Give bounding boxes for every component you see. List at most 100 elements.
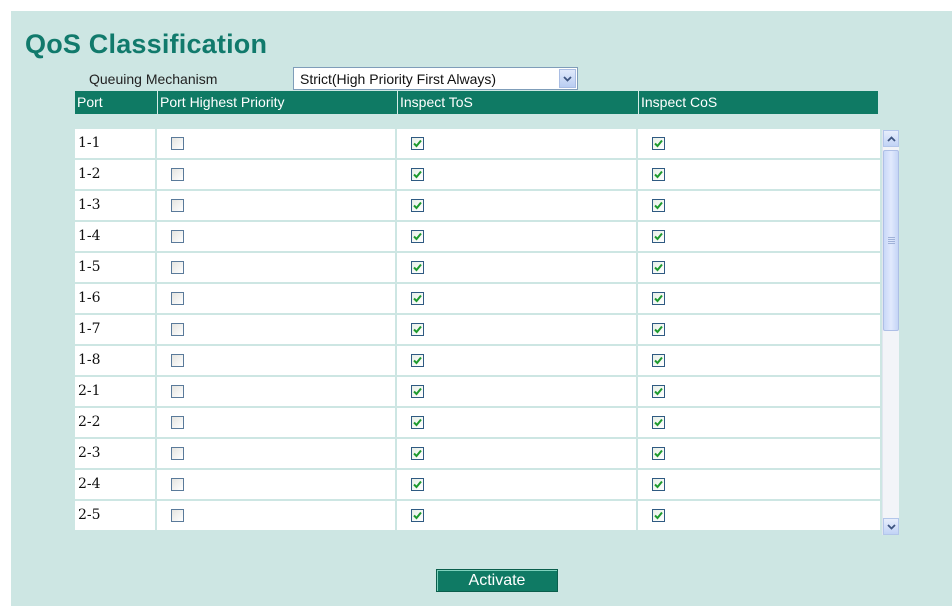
cell-highest	[157, 377, 395, 406]
cos-checkbox[interactable]	[652, 292, 665, 305]
cell-tos	[397, 160, 636, 189]
tos-checkbox[interactable]	[411, 292, 424, 305]
cell-cos	[638, 439, 880, 468]
highest-checkbox[interactable]	[171, 416, 184, 429]
cell-tos	[397, 346, 636, 375]
highest-checkbox[interactable]	[171, 261, 184, 274]
highest-checkbox[interactable]	[171, 354, 184, 367]
cos-checkbox[interactable]	[652, 199, 665, 212]
highest-checkbox[interactable]	[171, 292, 184, 305]
cell-highest	[157, 222, 395, 251]
port-label: 2-2	[75, 408, 155, 437]
cell-cos	[638, 501, 880, 530]
tos-checkbox[interactable]	[411, 230, 424, 243]
port-label: 1-8	[75, 346, 155, 375]
page-title: QoS Classification	[25, 29, 268, 59]
cell-cos	[638, 191, 880, 220]
port-label: 1-1	[75, 129, 155, 158]
cell-tos	[397, 253, 636, 282]
cell-cos	[638, 160, 880, 189]
table-row: 1-3	[75, 191, 882, 220]
highest-checkbox[interactable]	[171, 509, 184, 522]
cell-highest	[157, 284, 395, 313]
cell-highest	[157, 160, 395, 189]
table-row: 1-4	[75, 222, 882, 251]
cell-tos	[397, 408, 636, 437]
highest-checkbox[interactable]	[171, 323, 184, 336]
arrow-down-icon[interactable]	[883, 518, 899, 535]
cell-highest	[157, 470, 395, 499]
tos-checkbox[interactable]	[411, 137, 424, 150]
cos-checkbox[interactable]	[652, 416, 665, 429]
tos-checkbox[interactable]	[411, 261, 424, 274]
table-row: 2-5	[75, 501, 882, 530]
cell-tos	[397, 315, 636, 344]
cell-tos	[397, 377, 636, 406]
activate-button[interactable]: Activate	[436, 569, 558, 592]
cos-checkbox[interactable]	[652, 354, 665, 367]
tos-checkbox[interactable]	[411, 168, 424, 181]
port-label: 2-4	[75, 470, 155, 499]
cos-checkbox[interactable]	[652, 261, 665, 274]
cell-tos	[397, 439, 636, 468]
cell-highest	[157, 439, 395, 468]
cell-highest	[157, 501, 395, 530]
port-label: 1-3	[75, 191, 155, 220]
cell-highest	[157, 346, 395, 375]
queuing-mechanism-select[interactable]: Strict(High Priority First Always)	[293, 67, 578, 90]
table-row: 1-2	[75, 160, 882, 189]
tos-checkbox[interactable]	[411, 416, 424, 429]
cell-highest	[157, 253, 395, 282]
cell-highest	[157, 408, 395, 437]
port-label: 1-5	[75, 253, 155, 282]
header-port: Port	[77, 94, 103, 110]
header-inspect-cos: Inspect CoS	[638, 91, 878, 114]
table-scrollbar[interactable]	[882, 130, 899, 535]
table-row: 2-2	[75, 408, 882, 437]
port-label: 2-1	[75, 377, 155, 406]
cell-cos	[638, 222, 880, 251]
cos-checkbox[interactable]	[652, 168, 665, 181]
tos-checkbox[interactable]	[411, 385, 424, 398]
port-label: 1-7	[75, 315, 155, 344]
table-row: 2-1	[75, 377, 882, 406]
cell-tos	[397, 191, 636, 220]
table-row: 1-6	[75, 284, 882, 313]
port-label: 1-6	[75, 284, 155, 313]
table-header: Port Port Highest Priority Inspect ToS I…	[75, 91, 878, 114]
cos-checkbox[interactable]	[652, 509, 665, 522]
cell-cos	[638, 470, 880, 499]
highest-checkbox[interactable]	[171, 385, 184, 398]
chevron-down-icon[interactable]	[559, 69, 576, 88]
arrow-up-icon[interactable]	[883, 130, 899, 147]
tos-checkbox[interactable]	[411, 323, 424, 336]
cell-tos	[397, 284, 636, 313]
table-row: 2-4	[75, 470, 882, 499]
tos-checkbox[interactable]	[411, 199, 424, 212]
highest-checkbox[interactable]	[171, 478, 184, 491]
tos-checkbox[interactable]	[411, 478, 424, 491]
ports-table: 1-1 1-2 1-3 1-4 1-5 1-6 1-7 1-8 2-1 2-2 2-3 2-4 2-5	[75, 129, 882, 534]
cos-checkbox[interactable]	[652, 447, 665, 460]
scrollbar-thumb[interactable]	[883, 150, 899, 331]
port-label: 2-3	[75, 439, 155, 468]
highest-checkbox[interactable]	[171, 447, 184, 460]
cell-tos	[397, 222, 636, 251]
table-row: 1-8	[75, 346, 882, 375]
tos-checkbox[interactable]	[411, 509, 424, 522]
port-label: 2-5	[75, 501, 155, 530]
queuing-mechanism-value: Strict(High Priority First Always)	[300, 71, 497, 87]
highest-checkbox[interactable]	[171, 230, 184, 243]
tos-checkbox[interactable]	[411, 354, 424, 367]
header-inspect-tos: Inspect ToS	[397, 91, 638, 114]
cos-checkbox[interactable]	[652, 230, 665, 243]
cos-checkbox[interactable]	[652, 137, 665, 150]
highest-checkbox[interactable]	[171, 199, 184, 212]
cos-checkbox[interactable]	[652, 385, 665, 398]
highest-checkbox[interactable]	[171, 137, 184, 150]
cell-cos	[638, 346, 880, 375]
cos-checkbox[interactable]	[652, 478, 665, 491]
highest-checkbox[interactable]	[171, 168, 184, 181]
cos-checkbox[interactable]	[652, 323, 665, 336]
tos-checkbox[interactable]	[411, 447, 424, 460]
